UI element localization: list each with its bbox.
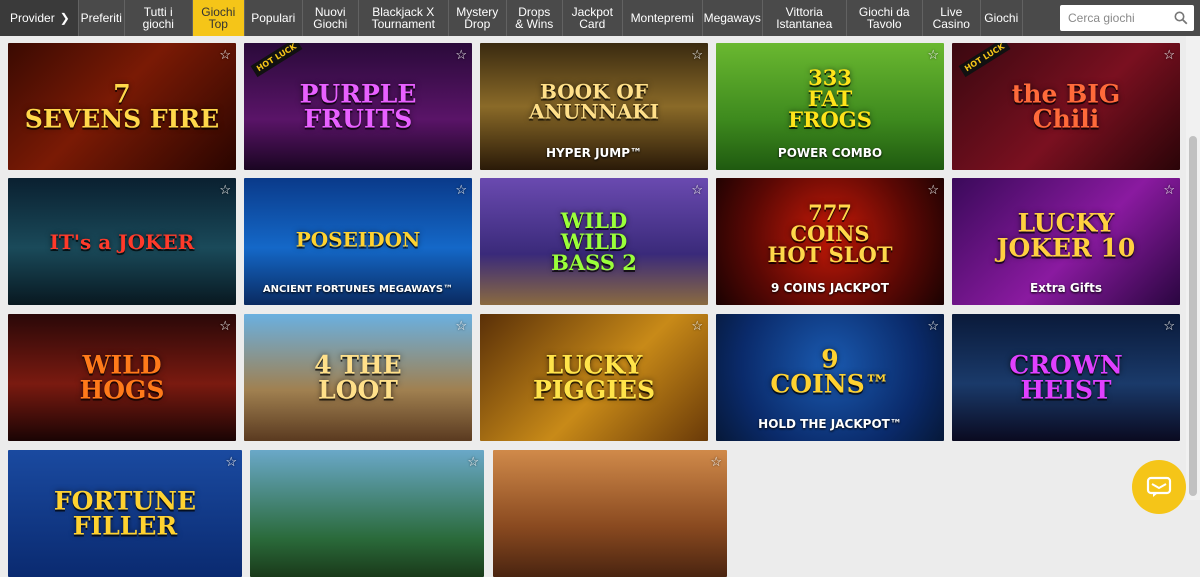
- game-tile[interactable]: CROWN HEIST ☆: [952, 314, 1180, 441]
- star-outline-icon[interactable]: ☆: [225, 454, 237, 470]
- nav-tab[interactable]: Giochi Top: [192, 0, 245, 36]
- game-tile[interactable]: POSEIDON ANCIENT FORTUNES MEGAWAYS™ ☆: [244, 178, 472, 305]
- game-tile[interactable]: ☆: [250, 450, 484, 577]
- game-title: the BIG Chili: [1011, 79, 1121, 134]
- game-tile[interactable]: 777 COINS HOT SLOT 9 COINS JACKPOT ☆: [716, 178, 944, 305]
- chevron-right-icon: ❯: [59, 11, 70, 25]
- search-icon[interactable]: [1174, 11, 1188, 25]
- game-title: WILD HOGS: [79, 350, 165, 405]
- category-nav-bar: Provider ❯ Preferiti Tutti i giochi Giochi…: [0, 0, 1200, 36]
- game-tile[interactable]: 333 FAT FROGS POWER COMBO ☆: [716, 43, 944, 170]
- game-title: FORTUNE FILLER: [53, 486, 197, 541]
- game-title: BOOK OF ANUNNAKI: [528, 79, 660, 124]
- game-tile[interactable]: LUCKY JOKER 10 Extra Gifts ☆: [952, 178, 1180, 305]
- game-title: WILD WILD BASS 2: [551, 207, 637, 276]
- search-box[interactable]: [1060, 5, 1194, 31]
- game-tile[interactable]: HOT LUCK PURPLE FRUITS ☆: [244, 43, 472, 170]
- chat-icon: [1146, 476, 1172, 497]
- nav-tab[interactable]: Populari: [245, 0, 303, 36]
- game-title: LUCKY PIGGIES: [533, 350, 655, 405]
- star-outline-icon[interactable]: ☆: [691, 318, 703, 334]
- game-tile[interactable]: 4 THE LOOT ☆: [244, 314, 472, 441]
- game-subtitle: POWER COMBO: [777, 146, 883, 160]
- nav-tab[interactable]: Mystery Drop: [449, 0, 507, 36]
- game-title: 9 COINS™: [770, 343, 890, 399]
- game-subtitle: HYPER JUMP™: [545, 146, 643, 160]
- scrollbar-thumb[interactable]: [1189, 136, 1197, 496]
- star-outline-icon[interactable]: ☆: [219, 318, 231, 334]
- game-tile[interactable]: IT's a JOKER ☆: [8, 178, 236, 305]
- star-outline-icon[interactable]: ☆: [219, 47, 231, 63]
- nav-tab[interactable]: Preferiti: [79, 0, 125, 36]
- star-outline-icon[interactable]: ☆: [691, 182, 703, 198]
- game-tile[interactable]: WILD HOGS ☆: [8, 314, 236, 441]
- game-tile[interactable]: LUCKY PIGGIES ☆: [480, 314, 708, 441]
- star-outline-icon[interactable]: ☆: [710, 454, 722, 470]
- nav-tab[interactable]: Megaways: [703, 0, 763, 36]
- game-tile[interactable]: WILD WILD BASS 2 ☆: [480, 178, 708, 305]
- star-outline-icon[interactable]: ☆: [691, 47, 703, 63]
- nav-tab[interactable]: Giochi da Tavolo: [847, 0, 923, 36]
- nav-tab[interactable]: Nuovi Giochi: [303, 0, 359, 36]
- nav-tab[interactable]: Vittoria Istantanea: [763, 0, 847, 36]
- game-tile[interactable]: FORTUNE FILLER ☆: [8, 450, 242, 577]
- nav-tab[interactable]: Tutti i giochi: [125, 0, 193, 36]
- star-outline-icon[interactable]: ☆: [927, 47, 939, 63]
- game-tile[interactable]: 9 COINS™ HOLD THE JACKPOT™ ☆: [716, 314, 944, 441]
- game-subtitle: HOLD THE JACKPOT™: [758, 417, 902, 431]
- star-outline-icon[interactable]: ☆: [467, 454, 479, 470]
- games-grid: 7 SEVENS FIRE ☆ HOT LUCK PURPLE FRUITS ☆ BOOK…: [0, 36, 1186, 577]
- star-outline-icon[interactable]: ☆: [455, 318, 467, 334]
- game-title: 777 COINS HOT SLOT: [767, 199, 893, 268]
- provider-label: Provider: [10, 11, 55, 25]
- game-subtitle: ANCIENT FORTUNES MEGAWAYS™: [262, 284, 454, 295]
- nav-tabs: Preferiti Tutti i giochi Giochi Top Popular…: [79, 0, 1055, 36]
- game-tile[interactable]: 7 SEVENS FIRE ☆: [8, 43, 236, 170]
- star-outline-icon[interactable]: ☆: [927, 318, 939, 334]
- star-outline-icon[interactable]: ☆: [1163, 47, 1175, 63]
- game-title: 7 SEVENS FIRE: [24, 79, 220, 134]
- hot-luck-badge: HOT LUCK: [250, 43, 303, 78]
- page-scrollbar[interactable]: [1186, 36, 1200, 500]
- game-tile[interactable]: BOOK OF ANUNNAKI HYPER JUMP™ ☆: [480, 43, 708, 170]
- nav-tab[interactable]: Montepremi: [623, 0, 703, 36]
- game-title: PURPLE FRUITS: [299, 79, 417, 134]
- game-title: 4 THE LOOT: [314, 350, 402, 405]
- star-outline-icon[interactable]: ☆: [1163, 182, 1175, 198]
- game-subtitle: Extra Gifts: [1030, 281, 1102, 295]
- star-outline-icon[interactable]: ☆: [219, 182, 231, 198]
- provider-dropdown[interactable]: Provider ❯: [0, 0, 79, 36]
- nav-tab[interactable]: Giochi: [981, 0, 1023, 36]
- nav-tab[interactable]: Blackjack X Tournament: [359, 0, 449, 36]
- game-title: POSEIDON: [295, 226, 421, 251]
- star-outline-icon[interactable]: ☆: [455, 47, 467, 63]
- search-input[interactable]: [1068, 11, 1174, 25]
- star-outline-icon[interactable]: ☆: [1163, 318, 1175, 334]
- game-title: CROWN HEIST: [1009, 350, 1123, 405]
- star-outline-icon[interactable]: ☆: [455, 182, 467, 198]
- game-tile[interactable]: HOT LUCK the BIG Chili ☆: [952, 43, 1180, 170]
- chat-button[interactable]: [1132, 460, 1186, 514]
- game-title: 333 FAT FROGS: [788, 64, 872, 133]
- nav-tab[interactable]: Jackpot Card: [563, 0, 623, 36]
- nav-tab[interactable]: Drops & Wins: [507, 0, 563, 36]
- game-title: IT's a JOKER: [49, 229, 195, 254]
- game-title: LUCKY JOKER 10: [996, 207, 1136, 263]
- star-outline-icon[interactable]: ☆: [927, 182, 939, 198]
- nav-tab[interactable]: Live Casino: [923, 0, 981, 36]
- game-subtitle: 9 COINS JACKPOT: [771, 281, 889, 295]
- hot-luck-badge: HOT LUCK: [958, 43, 1011, 78]
- game-tile[interactable]: ☆: [493, 450, 727, 577]
